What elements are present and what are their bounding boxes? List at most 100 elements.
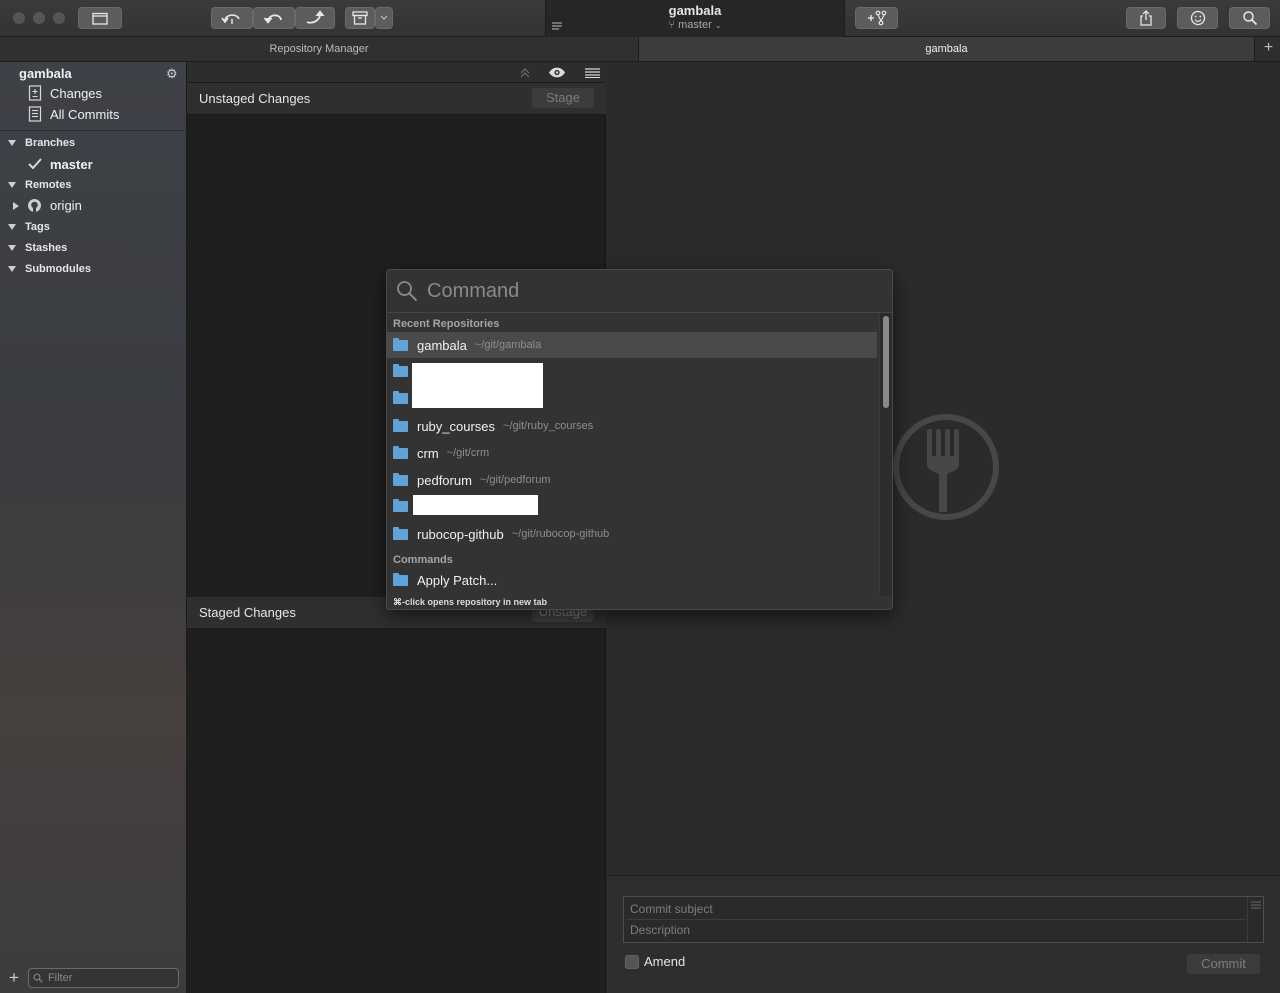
feedback-button[interactable] bbox=[1177, 7, 1218, 29]
minimize-window-button[interactable] bbox=[33, 12, 45, 24]
share-button[interactable] bbox=[1126, 7, 1166, 29]
commit-button[interactable]: Commit bbox=[1187, 954, 1260, 974]
folder-icon bbox=[393, 418, 408, 432]
command-placeholder: Command bbox=[427, 279, 520, 302]
fetch-button[interactable] bbox=[211, 7, 253, 29]
changes-icon bbox=[28, 85, 42, 101]
fetch-icon bbox=[221, 14, 240, 24]
close-window-button[interactable] bbox=[13, 12, 25, 24]
amend-checkbox[interactable]: Amend bbox=[625, 954, 685, 969]
list-icon[interactable] bbox=[585, 68, 600, 78]
sidebar-item-changes[interactable]: Changes bbox=[28, 83, 102, 103]
scrollbar-thumb[interactable] bbox=[883, 316, 889, 408]
filter-input[interactable]: Filter bbox=[27, 968, 179, 988]
search-icon bbox=[397, 281, 418, 302]
current-branch-selector[interactable]: ⑂ master ⌄ bbox=[546, 19, 844, 31]
push-icon bbox=[306, 10, 325, 24]
section-label: Branches bbox=[25, 137, 76, 149]
staged-changes-label: Staged Changes bbox=[199, 605, 296, 620]
commits-icon bbox=[28, 106, 42, 122]
folder-icon bbox=[393, 572, 408, 586]
scrollbar[interactable] bbox=[1247, 897, 1263, 942]
disclosure-triangle-icon[interactable] bbox=[13, 201, 19, 210]
palette-item-ruby-courses[interactable]: ruby_courses ~/git/ruby_courses bbox=[387, 413, 877, 439]
folder-icon bbox=[393, 363, 408, 377]
sidebar-section-remotes[interactable]: Remotes bbox=[8, 179, 71, 191]
zoom-window-button[interactable] bbox=[53, 12, 65, 24]
branch-icon: ⑂ bbox=[668, 19, 676, 31]
sidebar-section-branches[interactable]: Branches bbox=[8, 137, 75, 149]
stage-button[interactable]: Stage bbox=[532, 88, 594, 108]
menu-lines-icon bbox=[1251, 901, 1261, 909]
palette-item-apply-patch[interactable]: Apply Patch... bbox=[387, 567, 877, 593]
archive-icon bbox=[352, 11, 368, 25]
add-tab-button[interactable]: + bbox=[1257, 37, 1280, 61]
github-icon bbox=[28, 199, 41, 212]
palette-item-pedforum[interactable]: pedforum ~/git/pedforum bbox=[387, 467, 877, 493]
eye-icon[interactable] bbox=[548, 67, 566, 78]
unstaged-changes-header: Unstaged Changes Stage bbox=[187, 83, 606, 115]
palette-item-gambala[interactable]: gambala ~/git/gambala bbox=[387, 332, 877, 358]
sidebar-item-remote-origin[interactable]: origin bbox=[13, 198, 82, 213]
tab-repository-manager[interactable]: Repository Manager bbox=[0, 37, 638, 61]
menu-lines-icon bbox=[552, 22, 562, 30]
palette-scrollbar[interactable] bbox=[879, 313, 892, 596]
repo-path: ~/git/rubocop-github bbox=[511, 528, 610, 540]
current-branch-label: master bbox=[678, 19, 712, 31]
search-button[interactable] bbox=[1229, 7, 1270, 29]
filter-placeholder: Filter bbox=[47, 972, 73, 984]
divider bbox=[626, 919, 1246, 920]
share-icon bbox=[1140, 10, 1152, 26]
sidebar-section-submodules[interactable]: Submodules bbox=[8, 263, 91, 275]
add-icon[interactable]: + bbox=[9, 968, 19, 988]
chevron-down-icon bbox=[380, 15, 388, 20]
repo-name: crm bbox=[417, 445, 439, 461]
section-label: Submodules bbox=[25, 263, 92, 275]
folder-icon bbox=[393, 390, 408, 404]
create-branch-button[interactable] bbox=[855, 7, 898, 29]
palette-item-crm[interactable]: crm ~/git/crm bbox=[387, 440, 877, 466]
sidebar-section-stashes[interactable]: Stashes bbox=[8, 242, 67, 254]
folder-icon bbox=[393, 498, 408, 512]
recent-repositories-header: Recent Repositories bbox=[393, 318, 500, 330]
sidebar-divider bbox=[0, 130, 187, 131]
folder-icon bbox=[92, 12, 108, 25]
branch-label: master bbox=[50, 156, 93, 172]
repo-path: ~/git/crm bbox=[446, 447, 490, 459]
command-search-field[interactable]: Command bbox=[387, 270, 892, 313]
smiley-icon bbox=[1190, 10, 1205, 26]
push-button[interactable] bbox=[295, 7, 335, 29]
command-palette: Command Recent Repositories gambala ~/gi… bbox=[386, 269, 893, 610]
stash-dropdown-button[interactable] bbox=[375, 7, 393, 29]
stash-button[interactable] bbox=[345, 7, 375, 29]
commit-description-input[interactable]: Description bbox=[630, 923, 690, 937]
fork-logo-icon bbox=[893, 414, 999, 520]
open-repository-button[interactable] bbox=[78, 7, 122, 29]
folder-icon bbox=[393, 337, 408, 351]
chevron-down-icon: ⌄ bbox=[714, 21, 722, 30]
checkbox-box[interactable] bbox=[625, 954, 639, 969]
sidebar-item-label: Changes bbox=[50, 85, 103, 101]
sidebar-item-label: All Commits bbox=[50, 106, 120, 122]
sidebar-item-all-commits[interactable]: All Commits bbox=[28, 104, 119, 124]
repo-name: pedforum bbox=[417, 472, 472, 488]
tab-gambala[interactable]: gambala bbox=[638, 37, 1255, 61]
unstaged-changes-label: Unstaged Changes bbox=[199, 91, 311, 106]
gear-icon[interactable]: ⚙ bbox=[166, 66, 178, 82]
commands-header: Commands bbox=[393, 554, 453, 566]
new-branch-icon bbox=[867, 10, 886, 26]
palette-item-rubocop-github[interactable]: rubocop-github ~/git/rubocop-github bbox=[387, 521, 877, 547]
disclosure-triangle-icon bbox=[8, 266, 16, 272]
changes-toolbar bbox=[187, 62, 606, 83]
collapse-up-icon[interactable] bbox=[520, 68, 530, 78]
sidebar-section-tags[interactable]: Tags bbox=[8, 221, 50, 233]
sidebar-item-branch-master[interactable]: master bbox=[28, 154, 93, 174]
repository-title-box[interactable]: gambala ⑂ master ⌄ bbox=[545, 0, 845, 37]
commit-area: Commit subject Description Amend Commit bbox=[607, 875, 1280, 993]
repo-name: gambala bbox=[417, 337, 467, 353]
section-label: Remotes bbox=[25, 179, 72, 191]
commit-subject-input[interactable]: Commit subject bbox=[630, 902, 713, 916]
disclosure-triangle-icon bbox=[8, 182, 16, 188]
repo-path: ~/git/pedforum bbox=[479, 474, 551, 486]
pull-button[interactable] bbox=[253, 7, 295, 29]
